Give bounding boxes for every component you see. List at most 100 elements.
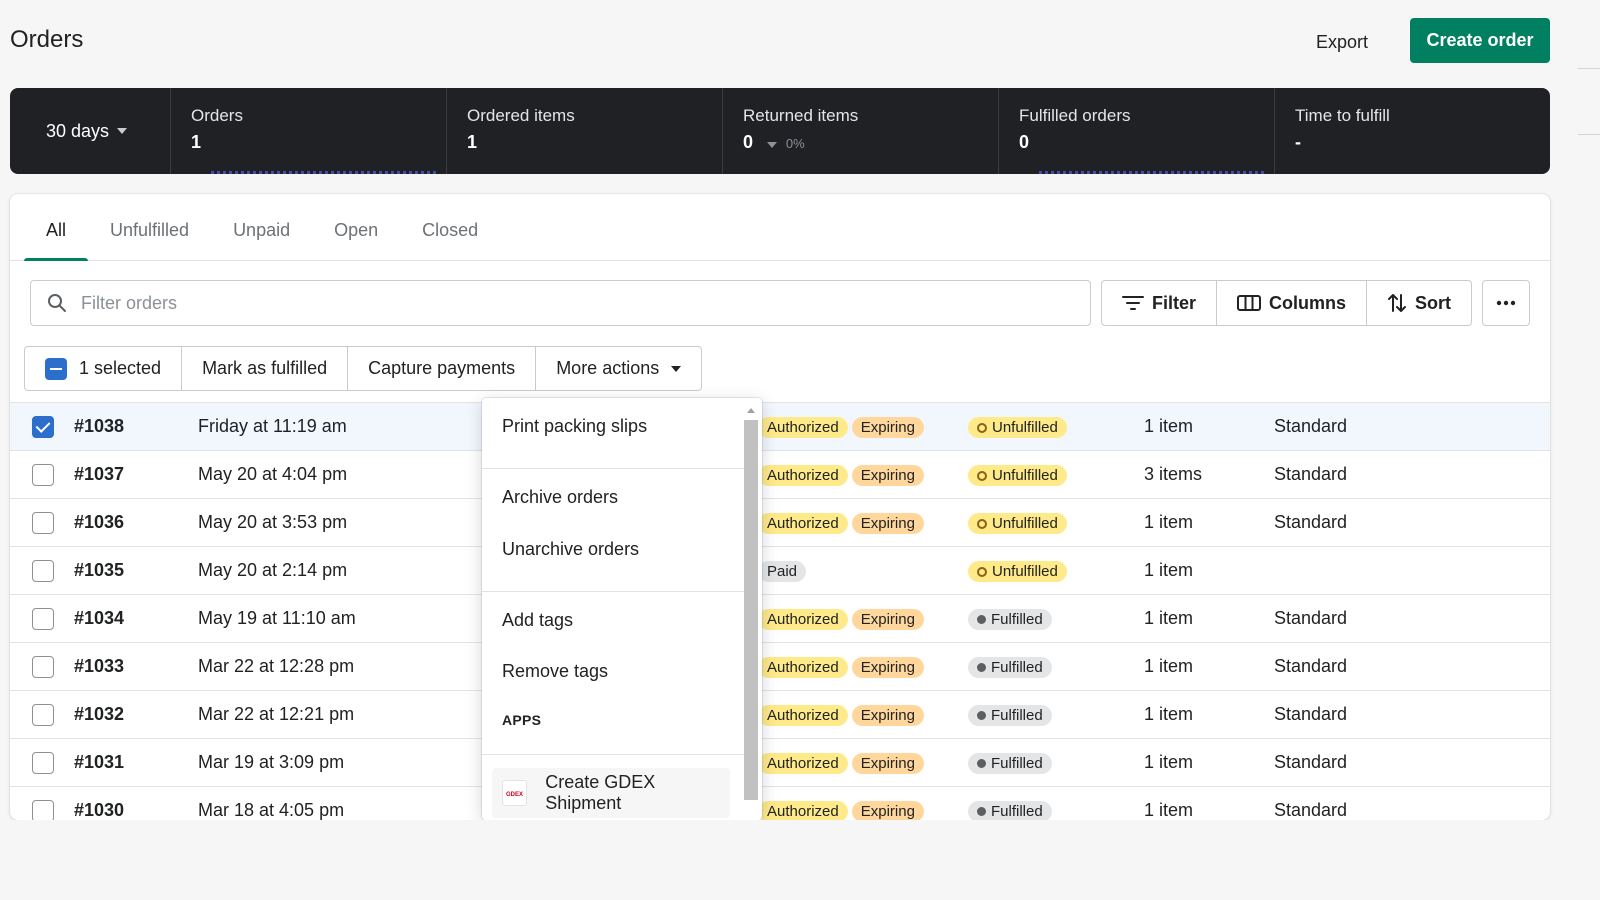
order-number[interactable]: #1033 — [74, 643, 198, 691]
search-input[interactable] — [81, 292, 1020, 314]
mark-fulfilled-button[interactable]: Mark as fulfilled — [182, 347, 349, 390]
row-checkbox[interactable] — [32, 511, 54, 534]
order-number[interactable]: #1030 — [74, 787, 198, 820]
divider — [1578, 134, 1600, 135]
sort-button[interactable]: Sort — [1367, 281, 1471, 325]
more-actions-label: More actions — [556, 358, 660, 378]
sparkline — [211, 171, 436, 174]
row-checkbox[interactable] — [32, 703, 54, 726]
expiring-badge: Expiring — [851, 656, 924, 678]
more-actions-menu: Print packing slips Archive orders Unarc… — [482, 398, 762, 820]
item-count: 1 item — [1144, 752, 1194, 772]
order-number[interactable]: #1035 — [74, 547, 198, 595]
capture-payments-button[interactable]: Capture payments — [348, 347, 537, 390]
tab-all[interactable]: All — [24, 194, 89, 261]
create-order-button[interactable]: Create order — [1410, 18, 1550, 63]
tab-closed[interactable]: Closed — [400, 194, 500, 260]
delivery-method: Standard — [1274, 752, 1348, 772]
tab-unpaid[interactable]: Unpaid — [211, 194, 312, 260]
order-number[interactable]: #1031 — [74, 739, 198, 787]
table-row[interactable]: #1032 Mar 22 at 12:21 pm Authorized Expirin… — [10, 690, 1550, 739]
order-number[interactable]: #1036 — [74, 499, 198, 547]
columns-button[interactable]: Columns — [1217, 281, 1367, 325]
fulfillment-label: Unfulfilled — [992, 466, 1058, 484]
expiring-badge: Expiring — [851, 608, 924, 630]
orders-card: All Unfulfilled Unpaid Open Closed Filte… — [10, 194, 1550, 820]
order-number[interactable]: #1032 — [74, 691, 198, 739]
row-checkbox[interactable] — [32, 799, 54, 820]
payment-status-badge: Authorized — [758, 656, 848, 678]
fulfillment-status-badge: Fulfilled — [968, 656, 1052, 678]
row-checkbox[interactable] — [32, 751, 54, 774]
table-row[interactable]: #1037 May 20 at 4:04 pm Authorized Expiring… — [10, 450, 1550, 499]
menu-item-remove-tags[interactable]: Remove tags — [502, 661, 608, 682]
sort-label: Sort — [1415, 292, 1451, 313]
fulfillment-status-badge: Unfulfilled — [968, 416, 1067, 438]
toolbar-buttons: Filter Columns Sort — [1100, 280, 1472, 326]
more-options-button[interactable] — [1482, 280, 1530, 326]
payment-status-badge: Authorized — [758, 752, 848, 774]
tab-open[interactable]: Open — [312, 194, 400, 260]
fulfillment-label: Fulfilled — [991, 658, 1043, 676]
export-button[interactable]: Export — [1306, 26, 1378, 58]
row-checkbox[interactable] — [32, 415, 54, 438]
menu-item-add-tags[interactable]: Add tags — [502, 610, 573, 631]
metric-value: - — [1295, 132, 1301, 152]
bulk-select[interactable]: 1 selected — [25, 347, 183, 390]
tab-bar: All Unfulfilled Unpaid Open Closed — [10, 194, 1550, 261]
fulfillment-label: Unfulfilled — [992, 562, 1058, 580]
fulfillment-status-badge: Fulfilled — [968, 752, 1052, 774]
divider — [482, 468, 744, 469]
menu-scrollbar[interactable] — [744, 408, 758, 812]
fulfillment-status-badge: Unfulfilled — [968, 560, 1067, 582]
fulfillment-status-badge: Fulfilled — [968, 608, 1052, 630]
row-checkbox[interactable] — [32, 463, 54, 486]
more-actions-button[interactable]: More actions — [536, 347, 701, 390]
search-icon — [48, 294, 66, 312]
metric-returned-items[interactable]: Returned items 0 0% — [722, 88, 998, 174]
table-row[interactable]: #1038 Friday at 11:19 am Authorized Expirin… — [10, 402, 1550, 451]
metric-fulfilled-orders[interactable]: Fulfilled orders 0 — [998, 88, 1274, 174]
metric-time-to-fulfill[interactable]: Time to fulfill - — [1274, 88, 1550, 174]
fulfillment-label: Fulfilled — [991, 754, 1043, 772]
scroll-thumb[interactable] — [744, 420, 758, 800]
status-dot-icon — [977, 422, 987, 433]
order-number[interactable]: #1034 — [74, 595, 198, 643]
status-dot-icon — [977, 566, 987, 577]
menu-item-create-gdex-shipment[interactable]: GDEX Create GDEX Shipment — [492, 768, 730, 818]
table-row[interactable]: #1034 May 19 at 11:10 am Authorized Expirin… — [10, 594, 1550, 643]
filter-button[interactable]: Filter — [1102, 281, 1217, 325]
menu-item-print-packing-slips[interactable]: Print packing slips — [502, 416, 647, 437]
table-row[interactable]: #1031 Mar 19 at 3:09 pm Authorized Expiring… — [10, 738, 1550, 787]
fulfillment-label: Fulfilled — [991, 802, 1043, 820]
delivery-method: Standard — [1274, 608, 1348, 628]
table-row[interactable]: #1035 May 20 at 2:14 pm Paid Unfulfilled 1 i… — [10, 546, 1550, 595]
period-selector[interactable]: 30 days — [10, 88, 170, 174]
item-count: 1 item — [1144, 512, 1194, 532]
payment-status-badge: Authorized — [758, 704, 848, 726]
scroll-up-icon[interactable] — [747, 408, 755, 413]
metric-ordered-items[interactable]: Ordered items 1 — [446, 88, 722, 174]
row-checkbox[interactable] — [32, 607, 54, 630]
row-checkbox[interactable] — [32, 655, 54, 678]
columns-icon — [1236, 295, 1261, 311]
status-dot-icon — [977, 710, 986, 720]
payment-status-badge: Authorized — [758, 608, 848, 630]
item-count: 3 items — [1144, 464, 1203, 484]
menu-item-archive-orders[interactable]: Archive orders — [502, 487, 618, 508]
indeterminate-checkbox[interactable] — [45, 357, 67, 380]
row-checkbox[interactable] — [32, 559, 54, 582]
metric-label: Fulfilled orders — [1019, 106, 1131, 125]
order-number[interactable]: #1038 — [74, 403, 198, 451]
metric-orders[interactable]: Orders 1 — [170, 88, 446, 174]
table-row[interactable]: #1030 Mar 18 at 4:05 pm Authorized Expiring… — [10, 786, 1550, 820]
table-row[interactable]: #1036 May 20 at 3:53 pm Authorized Expiring… — [10, 498, 1550, 547]
menu-item-unarchive-orders[interactable]: Unarchive orders — [502, 539, 639, 560]
metric-label: Returned items — [743, 106, 859, 125]
fulfillment-status-badge: Fulfilled — [968, 704, 1052, 726]
table-row[interactable]: #1033 Mar 22 at 12:28 pm Authorized Expirin… — [10, 642, 1550, 691]
tab-unfulfilled[interactable]: Unfulfilled — [88, 194, 211, 260]
order-number[interactable]: #1037 — [74, 451, 198, 499]
expiring-badge: Expiring — [851, 512, 924, 534]
status-dot-icon — [977, 614, 986, 624]
